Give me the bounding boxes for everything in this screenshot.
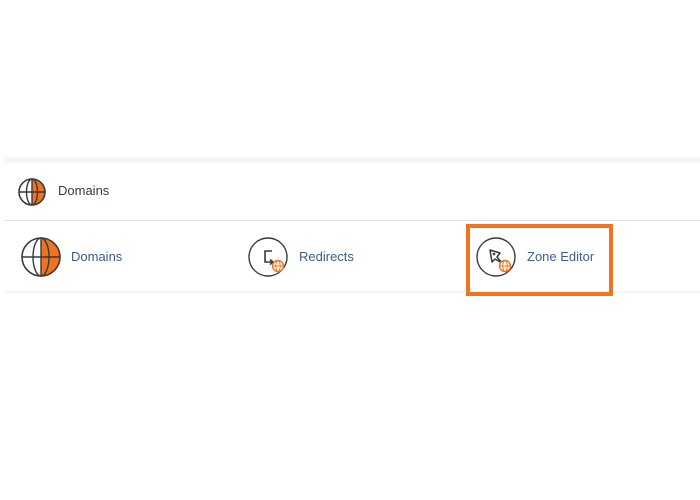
globe-icon xyxy=(21,237,61,277)
domains-tool-label: Domains xyxy=(71,249,123,264)
redirects-tool-label: Redirects xyxy=(299,249,354,264)
section-tools: Domains Redirects Zone Editor xyxy=(4,221,700,291)
redirects-tool-link[interactable]: Redirects xyxy=(247,221,447,291)
zone-editor-tool-label: Zone Editor xyxy=(527,249,595,264)
zone-editor-tool-link[interactable]: Zone Editor xyxy=(475,221,675,291)
globe-icon xyxy=(18,178,46,206)
redirect-globe-icon xyxy=(248,237,288,277)
section-header[interactable]: Domains xyxy=(4,163,700,221)
domains-section-panel: Domains Domains Redirects Zone Editor xyxy=(4,157,700,293)
domains-tool-link[interactable]: Domains xyxy=(20,221,220,291)
section-title: Domains xyxy=(58,183,110,198)
stage: Domains Domains Redirects Zone Editor xyxy=(0,0,700,500)
zone-editor-rocket-icon xyxy=(476,237,516,277)
